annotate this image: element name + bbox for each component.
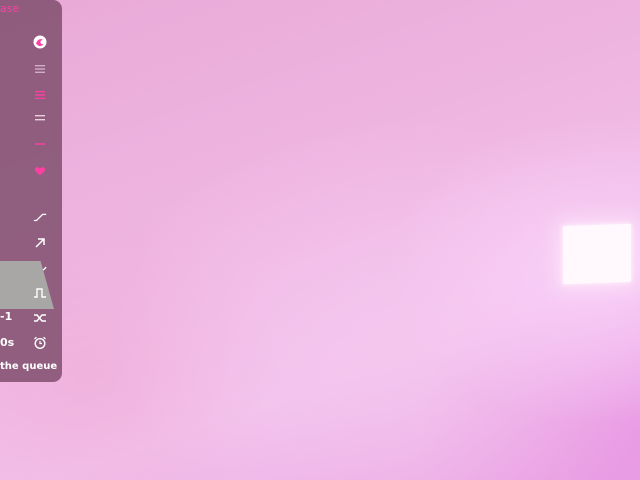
menu-icon[interactable] xyxy=(33,62,47,76)
pink-list-icon[interactable] xyxy=(33,88,47,102)
arrow-up-right-icon[interactable] xyxy=(33,236,47,250)
alarm-icon[interactable] xyxy=(33,336,47,350)
control-panel xyxy=(0,0,62,382)
time-value: 0s xyxy=(0,336,15,349)
count-value: -1 xyxy=(0,310,13,323)
logo-icon[interactable] xyxy=(33,35,47,49)
queue-label: the queue xyxy=(0,361,58,372)
light-fixture xyxy=(563,223,631,285)
shuffle-icon[interactable] xyxy=(33,311,47,325)
heart-icon[interactable] xyxy=(33,164,47,178)
pink-minus-icon[interactable] xyxy=(33,137,47,151)
pulse-icon[interactable] xyxy=(33,286,47,300)
list-icon[interactable] xyxy=(33,111,47,125)
ramp-icon[interactable] xyxy=(33,210,47,224)
panel-header-text: ase xyxy=(0,2,20,15)
